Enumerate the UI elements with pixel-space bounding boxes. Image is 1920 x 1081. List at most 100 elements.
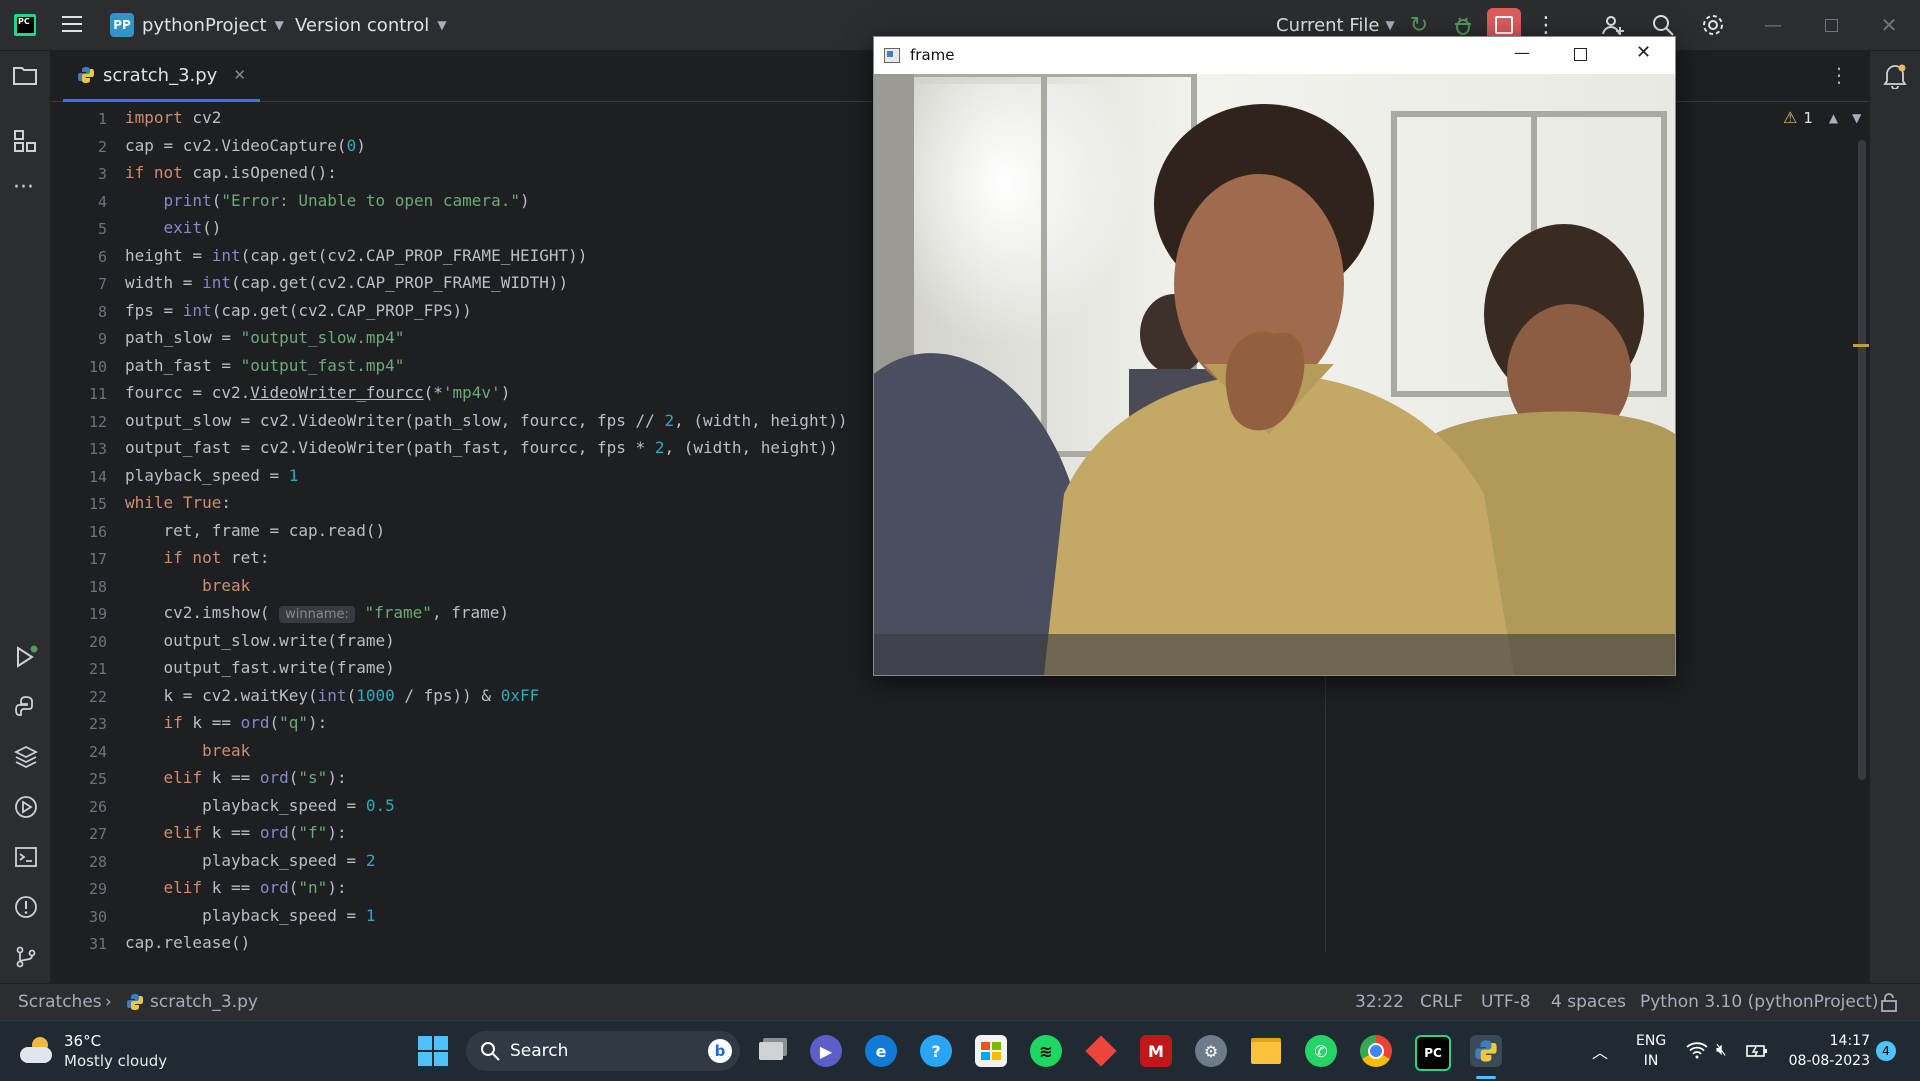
- editor-scrollbar[interactable]: [1858, 140, 1866, 780]
- frame-close-icon[interactable]: ✕: [1636, 42, 1651, 63]
- messenger-icon[interactable]: ?: [920, 1035, 952, 1067]
- code-line[interactable]: exit(): [125, 218, 222, 237]
- run-tool-icon[interactable]: [14, 645, 38, 669]
- code-line[interactable]: playback_speed = 1: [125, 466, 298, 485]
- more-actions-icon[interactable]: ⋮: [1535, 12, 1557, 38]
- code-line[interactable]: output_slow = cv2.VideoWriter(path_slow,…: [125, 411, 847, 430]
- code-line[interactable]: cap = cv2.VideoCapture(0): [125, 136, 366, 155]
- teams-chat-icon[interactable]: ▶: [810, 1035, 842, 1067]
- next-highlight-icon[interactable]: ▼: [1852, 111, 1861, 125]
- code-line[interactable]: elif k == ord("s"):: [125, 768, 347, 787]
- whatsapp-icon[interactable]: ✆: [1305, 1035, 1337, 1067]
- start-windows-icon[interactable]: [418, 1036, 448, 1066]
- anydesk-icon[interactable]: [1085, 1035, 1117, 1067]
- python-taskbar-icon[interactable]: [1470, 1035, 1502, 1067]
- frame-minimize-icon[interactable]: —: [1514, 43, 1530, 62]
- microsoft-store-icon[interactable]: [975, 1035, 1007, 1067]
- pycharm-logo-icon[interactable]: PC: [14, 14, 36, 36]
- code-line[interactable]: if not ret:: [125, 548, 270, 567]
- weather-widget[interactable]: 36°C Mostly cloudy: [20, 1029, 167, 1073]
- problems-icon[interactable]: [14, 895, 38, 919]
- chrome-icon[interactable]: [1360, 1035, 1392, 1067]
- indent-setting[interactable]: 4 spaces: [1551, 992, 1626, 1012]
- code-line[interactable]: playback_speed = 2: [125, 851, 375, 870]
- python-console-icon[interactable]: [14, 695, 38, 719]
- volume-muted-icon[interactable]: 🔇︎: [1716, 1040, 1727, 1060]
- close-tab-icon[interactable]: ✕: [233, 66, 246, 84]
- file-explorer-icon[interactable]: [1250, 1035, 1282, 1067]
- structure-icon[interactable]: [13, 129, 37, 153]
- opencv-frame-window[interactable]: frame — ✕: [873, 36, 1676, 676]
- mcafee-icon[interactable]: M: [1140, 1035, 1172, 1067]
- code-line[interactable]: cv2.imshow( winname: "frame", frame): [125, 603, 509, 623]
- code-line[interactable]: fps = int(cap.get(cv2.CAP_PROP_FPS)): [125, 301, 472, 320]
- edge-browser-icon[interactable]: e: [865, 1035, 897, 1067]
- window-restore-icon[interactable]: [1818, 12, 1844, 38]
- code-line[interactable]: width = int(cap.get(cv2.CAP_PROP_FRAME_W…: [125, 273, 568, 292]
- more-tool-windows-icon[interactable]: ···: [13, 175, 34, 200]
- code-line[interactable]: elif k == ord("f"):: [125, 823, 347, 842]
- code-line[interactable]: output_slow.write(frame): [125, 631, 395, 650]
- code-with-me-icon[interactable]: [1600, 12, 1626, 38]
- code-line[interactable]: if k == ord("q"):: [125, 713, 328, 732]
- python-interpreter[interactable]: Python 3.10 (pythonProject): [1640, 992, 1878, 1012]
- code-line[interactable]: output_fast = cv2.VideoWriter(path_fast,…: [125, 438, 838, 457]
- services-icon[interactable]: [14, 795, 38, 819]
- window-minimize-icon[interactable]: —: [1760, 12, 1786, 38]
- project-folder-icon[interactable]: [13, 65, 37, 85]
- code-line[interactable]: output_fast.write(frame): [125, 658, 395, 677]
- window-close-icon[interactable]: ✕: [1876, 12, 1902, 38]
- rerun-icon[interactable]: ↻: [1406, 12, 1432, 38]
- frame-maximize-icon[interactable]: [1574, 48, 1587, 61]
- code-line[interactable]: if not cap.isOpened():: [125, 163, 337, 182]
- language-indicator[interactable]: ENG IN: [1636, 1031, 1666, 1071]
- code-line[interactable]: break: [125, 741, 250, 760]
- main-menu-icon[interactable]: [62, 16, 82, 34]
- read-only-lock-icon[interactable]: [1880, 992, 1898, 1017]
- notification-count-badge[interactable]: 4: [1876, 1041, 1896, 1061]
- frame-window-titlebar[interactable]: frame — ✕: [874, 37, 1675, 74]
- git-branch-icon[interactable]: [14, 945, 38, 969]
- code-line[interactable]: cap.release(): [125, 933, 250, 952]
- code-line[interactable]: break: [125, 576, 250, 595]
- code-line[interactable]: playback_speed = 0.5: [125, 796, 395, 815]
- task-view-icon[interactable]: [755, 1035, 787, 1067]
- code-line[interactable]: ret, frame = cap.read(): [125, 521, 386, 540]
- code-line[interactable]: import cv2: [125, 108, 221, 127]
- project-widget[interactable]: PP pythonProject ▼: [110, 11, 284, 39]
- clock-widget[interactable]: 14:17 08-08-2023: [1786, 1031, 1870, 1071]
- search-everywhere-icon[interactable]: [1650, 12, 1676, 38]
- line-separator[interactable]: CRLF: [1420, 992, 1463, 1012]
- code-line[interactable]: fourcc = cv2.VideoWriter_fourcc(*'mp4v'): [125, 383, 510, 402]
- pycharm-taskbar-icon[interactable]: PC: [1415, 1035, 1451, 1071]
- breadcrumb-scratches[interactable]: Scratches: [18, 992, 102, 1012]
- code-line[interactable]: path_slow = "output_slow.mp4": [125, 328, 404, 347]
- code-line[interactable]: height = int(cap.get(cv2.CAP_PROP_FRAME_…: [125, 246, 587, 265]
- code-line[interactable]: playback_speed = 1: [125, 906, 375, 925]
- warning-stripe-mark[interactable]: [1853, 344, 1869, 347]
- code-line[interactable]: elif k == ord("n"):: [125, 878, 347, 897]
- inspection-widget[interactable]: ⚠ 1 ▲ ▼: [1783, 108, 1861, 127]
- python-packages-icon[interactable]: [13, 745, 39, 769]
- notifications-bell-icon[interactable]: [1883, 63, 1907, 90]
- breadcrumb-file[interactable]: scratch_3.py: [150, 992, 258, 1012]
- editor-menu-icon[interactable]: ⋮: [1829, 63, 1849, 87]
- code-line[interactable]: path_fast = "output_fast.mp4": [125, 356, 404, 375]
- battery-charging-icon[interactable]: [1746, 1041, 1768, 1063]
- vcs-widget[interactable]: Version control ▼: [295, 11, 447, 39]
- previous-highlight-icon[interactable]: ▲: [1829, 111, 1838, 125]
- code-line[interactable]: print("Error: Unable to open camera."): [125, 191, 530, 210]
- taskbar-search-box[interactable]: Search b: [466, 1031, 740, 1071]
- spotify-icon[interactable]: ≋: [1030, 1035, 1062, 1067]
- code-line[interactable]: k = cv2.waitKey(int(1000 / fps)) & 0xFF: [125, 686, 540, 705]
- terminal-icon[interactable]: [14, 845, 38, 869]
- tab-scratch-3[interactable]: scratch_3.py ✕: [63, 51, 260, 102]
- file-encoding[interactable]: UTF-8: [1481, 992, 1531, 1012]
- code-line[interactable]: while True:: [125, 493, 231, 512]
- run-config-selector[interactable]: Current File ▼: [1276, 11, 1395, 39]
- wifi-icon[interactable]: [1686, 1041, 1708, 1063]
- show-hidden-icons-chevron-up-icon[interactable]: ︿: [1592, 1039, 1608, 1063]
- settings-gear-icon[interactable]: ⚙: [1195, 1035, 1227, 1067]
- debug-icon[interactable]: [1450, 12, 1476, 38]
- caret-position[interactable]: 32:22: [1355, 992, 1404, 1012]
